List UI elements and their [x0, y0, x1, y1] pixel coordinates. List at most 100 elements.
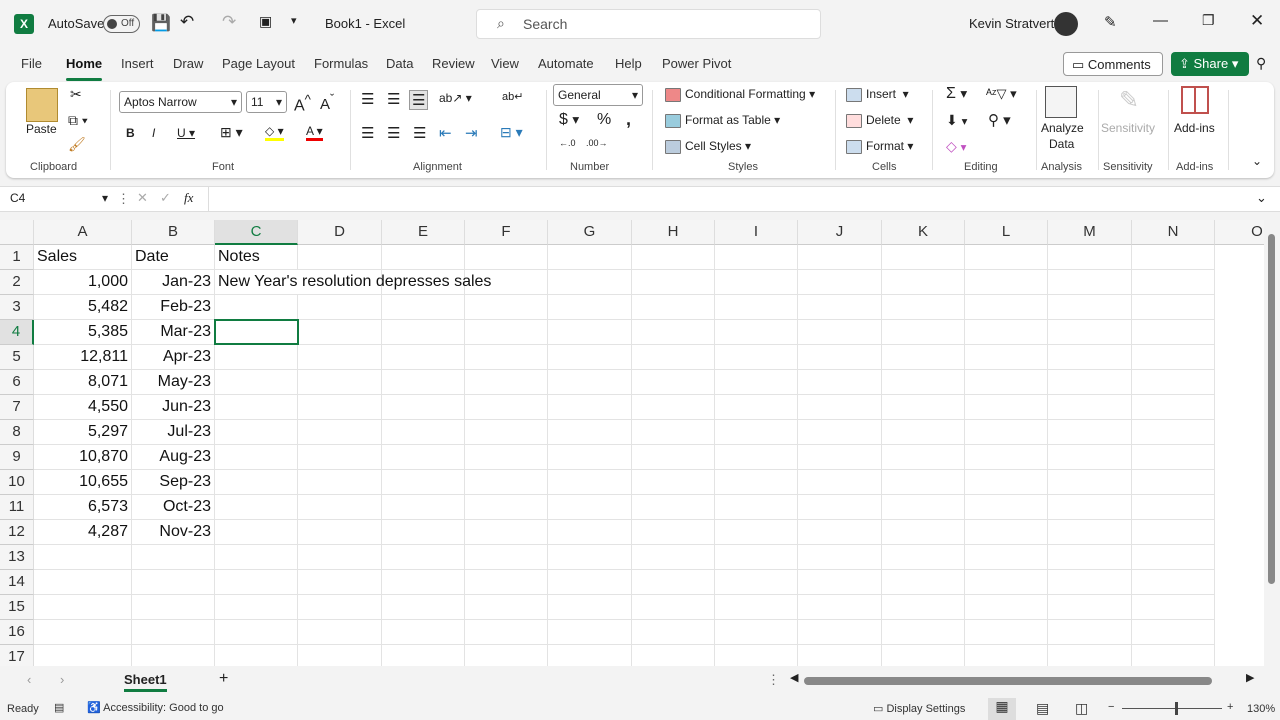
cell-b7[interactable]: Jun-23 — [132, 395, 215, 420]
scroll-right-icon[interactable]: ▶ — [1246, 671, 1254, 684]
cell-n11[interactable] — [1132, 495, 1215, 520]
cell-j5[interactable] — [798, 345, 882, 370]
cell-b4[interactable]: Mar-23 — [132, 320, 215, 345]
cell-g11[interactable] — [548, 495, 632, 520]
cell-h16[interactable] — [632, 620, 715, 645]
column-header-f[interactable]: F — [465, 220, 548, 245]
column-header-o[interactable]: O — [1215, 220, 1264, 245]
cell-h10[interactable] — [632, 470, 715, 495]
font-color-icon[interactable]: A ▾ — [306, 124, 323, 141]
cell-h13[interactable] — [632, 545, 715, 570]
cell-m9[interactable] — [1048, 445, 1132, 470]
cell-i13[interactable] — [715, 545, 798, 570]
cell-l12[interactable] — [965, 520, 1048, 545]
cell-f4[interactable] — [465, 320, 548, 345]
cell-k9[interactable] — [882, 445, 965, 470]
minimize-icon[interactable]: — — [1153, 12, 1168, 29]
cell-m3[interactable] — [1048, 295, 1132, 320]
wrap-text-icon[interactable]: ab↵ — [502, 90, 523, 103]
cell-a15[interactable] — [34, 595, 132, 620]
cell-b5[interactable]: Apr-23 — [132, 345, 215, 370]
cell-k6[interactable] — [882, 370, 965, 395]
cell-e13[interactable] — [382, 545, 465, 570]
insert-function-icon[interactable]: fx — [184, 190, 193, 206]
cell-m2[interactable] — [1048, 270, 1132, 295]
cell-h1[interactable] — [632, 245, 715, 270]
cell-i10[interactable] — [715, 470, 798, 495]
cell-b17[interactable] — [132, 645, 215, 666]
cell-f9[interactable] — [465, 445, 548, 470]
sort-filter-icon[interactable]: ᴬᶻ▽ ▾ — [986, 86, 1017, 102]
cell-d13[interactable] — [298, 545, 382, 570]
cell-b15[interactable] — [132, 595, 215, 620]
cell-f13[interactable] — [465, 545, 548, 570]
cell-l3[interactable] — [965, 295, 1048, 320]
cell-e10[interactable] — [382, 470, 465, 495]
borders-icon[interactable]: ⊞ ▾ — [220, 124, 243, 141]
cell-l10[interactable] — [965, 470, 1048, 495]
italic-icon[interactable]: I — [152, 126, 155, 140]
pen-icon[interactable]: ✎ — [1104, 13, 1117, 31]
name-box[interactable]: C4 ▾ — [6, 189, 112, 209]
cell-m12[interactable] — [1048, 520, 1132, 545]
row-header-7[interactable]: 7 — [0, 395, 34, 420]
cell-n5[interactable] — [1132, 345, 1215, 370]
cell-l11[interactable] — [965, 495, 1048, 520]
row-header-3[interactable]: 3 — [0, 295, 34, 320]
tab-power-pivot[interactable]: Power Pivot — [662, 56, 731, 71]
cell-b10[interactable]: Sep-23 — [132, 470, 215, 495]
cell-b11[interactable]: Oct-23 — [132, 495, 215, 520]
decrease-decimal-icon[interactable]: .00→ — [586, 138, 608, 148]
cell-d10[interactable] — [298, 470, 382, 495]
macro-icon[interactable]: ▤ — [54, 701, 64, 714]
zoom-level[interactable]: 130% — [1247, 703, 1275, 715]
cell-i3[interactable] — [715, 295, 798, 320]
cell-h12[interactable] — [632, 520, 715, 545]
cell-k3[interactable] — [882, 295, 965, 320]
cell-c11[interactable] — [215, 495, 298, 520]
align-left-icon[interactable]: ☰ — [361, 124, 374, 142]
column-header-m[interactable]: M — [1048, 220, 1132, 245]
cell-k14[interactable] — [882, 570, 965, 595]
cell-h17[interactable] — [632, 645, 715, 666]
save-icon[interactable]: 💾 — [151, 13, 171, 33]
tab-draw[interactable]: Draw — [173, 56, 203, 71]
cell-m17[interactable] — [1048, 645, 1132, 666]
cell-h2[interactable] — [632, 270, 715, 295]
cell-e12[interactable] — [382, 520, 465, 545]
cell-l16[interactable] — [965, 620, 1048, 645]
cell-f10[interactable] — [465, 470, 548, 495]
cell-d17[interactable] — [298, 645, 382, 666]
underline-icon[interactable]: U ▾ — [177, 126, 195, 140]
cell-c8[interactable] — [215, 420, 298, 445]
cell-n13[interactable] — [1132, 545, 1215, 570]
column-header-a[interactable]: A — [34, 220, 132, 245]
cell-m8[interactable] — [1048, 420, 1132, 445]
cell-n17[interactable] — [1132, 645, 1215, 666]
cell-c10[interactable] — [215, 470, 298, 495]
cell-l15[interactable] — [965, 595, 1048, 620]
align-middle-icon[interactable]: ☰ — [387, 90, 400, 108]
cell-l14[interactable] — [965, 570, 1048, 595]
cell-h8[interactable] — [632, 420, 715, 445]
cell-b2[interactable]: Jan-23 — [132, 270, 215, 295]
cell-e16[interactable] — [382, 620, 465, 645]
cell-h6[interactable] — [632, 370, 715, 395]
cell-b16[interactable] — [132, 620, 215, 645]
enter-icon[interactable]: ✓ — [160, 190, 171, 206]
cell-i4[interactable] — [715, 320, 798, 345]
cell-d16[interactable] — [298, 620, 382, 645]
zoom-in-icon[interactable]: + — [1227, 701, 1233, 713]
cell-b1[interactable]: Date — [132, 245, 215, 270]
cell-e15[interactable] — [382, 595, 465, 620]
tab-help[interactable]: Help — [615, 56, 642, 71]
cell-m4[interactable] — [1048, 320, 1132, 345]
cell-n14[interactable] — [1132, 570, 1215, 595]
cell-j1[interactable] — [798, 245, 882, 270]
cell-i9[interactable] — [715, 445, 798, 470]
column-header-k[interactable]: K — [882, 220, 965, 245]
cell-h4[interactable] — [632, 320, 715, 345]
cell-a9[interactable]: 10,870 — [34, 445, 132, 470]
add-ins-button[interactable]: Add-ins — [1174, 121, 1215, 135]
autosave-toggle[interactable]: Off — [103, 15, 140, 33]
